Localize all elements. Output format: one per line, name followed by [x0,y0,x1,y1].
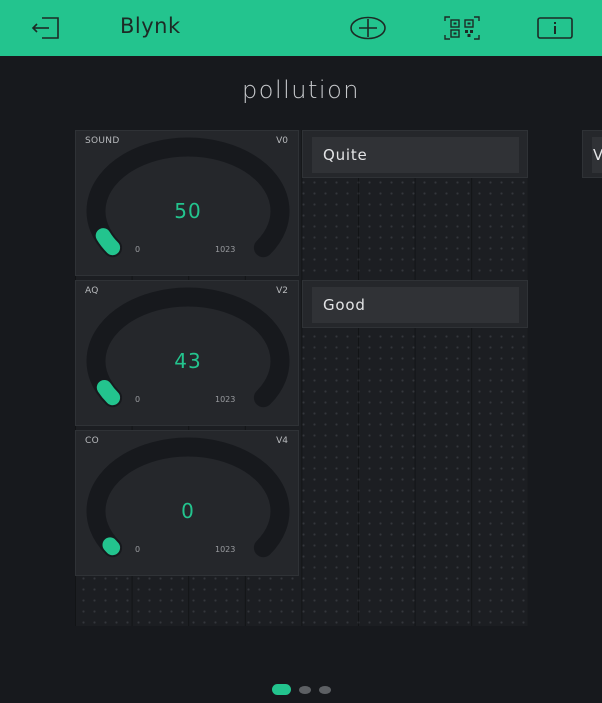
page-dot-3[interactable] [318,686,331,694]
page-indicator [0,684,602,696]
gauge-min: 0 [135,395,141,404]
app-header: Blynk [0,0,602,56]
label-widget-offscreen[interactable]: V [582,130,602,178]
gauge-max: 1023 [215,245,236,254]
label-value: Quite [312,137,519,173]
page-dot-2[interactable] [298,686,311,694]
gauge-track [86,287,290,408]
app-title: Blynk [120,14,181,38]
gauge-value: 0 [181,499,195,523]
qr-share-button[interactable] [440,0,484,56]
gauge-track [86,437,290,558]
info-icon [537,17,573,39]
gauge-value: 50 [174,199,202,223]
gauge-track [86,137,290,258]
gauge-fill [96,380,121,406]
add-widget-button[interactable] [348,0,388,56]
gauge-widget-co[interactable]: CO V4 0 0 1023 [75,430,299,576]
label-widget-sound-status[interactable]: Quite [302,130,528,178]
blynk-dashboard: Blynk pollution SOUND V0 50 0 1023 AQ V2… [0,0,602,703]
gauge-fill [95,228,121,256]
gauge-fill [102,537,121,556]
info-button[interactable] [535,0,575,56]
label-value: Good [312,287,519,323]
exit-button[interactable] [26,0,66,56]
page-dot-1[interactable] [271,684,291,695]
gauge-value: 43 [174,349,202,373]
gauge-min: 0 [135,245,141,254]
label-value: V [592,137,602,173]
exit-icon [31,17,59,39]
gauge-widget-aq[interactable]: AQ V2 43 0 1023 [75,280,299,426]
gauge-widget-sound[interactable]: SOUND V0 50 0 1023 [75,130,299,276]
gauge-max: 1023 [215,395,236,404]
qr-code-icon [444,16,480,40]
label-widget-aq-status[interactable]: Good [302,280,528,328]
gauge-min: 0 [135,545,141,554]
project-name: pollution [242,76,360,104]
gauge-max: 1023 [215,545,236,554]
add-icon [350,16,386,40]
